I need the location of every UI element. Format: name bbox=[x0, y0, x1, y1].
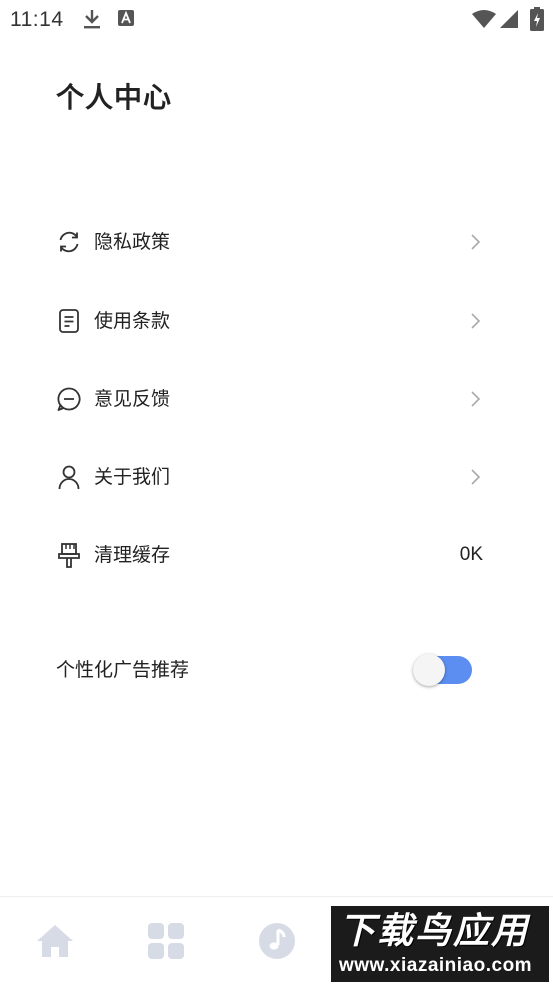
page-title: 个人中心 bbox=[56, 81, 173, 114]
menu-item-label: 意见反馈 bbox=[94, 388, 171, 410]
a-notification-icon bbox=[117, 8, 135, 32]
watermark-title: 下载鸟应用 bbox=[339, 911, 530, 952]
battery-icon bbox=[530, 7, 544, 35]
person-icon bbox=[56, 464, 82, 490]
chevron-right-icon bbox=[468, 233, 482, 251]
menu-item-about-us[interactable]: 关于我们 bbox=[0, 446, 553, 506]
signal-icon bbox=[500, 10, 518, 32]
menu-item-privacy-policy[interactable]: 隐私政策 bbox=[0, 211, 553, 271]
personalized-ads-toggle[interactable] bbox=[413, 654, 472, 686]
wifi-icon bbox=[472, 10, 496, 32]
status-bar: 11:14 bbox=[0, 0, 553, 38]
refresh-icon bbox=[56, 229, 82, 255]
menu-item-label: 清理缓存 bbox=[94, 544, 171, 566]
chevron-right-icon bbox=[468, 390, 482, 408]
home-icon[interactable] bbox=[35, 921, 75, 961]
status-time: 11:14 bbox=[10, 8, 64, 31]
brush-icon bbox=[56, 542, 82, 568]
menu-item-feedback[interactable]: 意见反馈 bbox=[0, 368, 553, 428]
personalized-ads-label: 个性化广告推荐 bbox=[56, 659, 190, 681]
document-icon bbox=[56, 308, 82, 334]
grid-icon[interactable] bbox=[146, 921, 186, 961]
music-note-icon[interactable] bbox=[257, 921, 297, 961]
menu-item-label: 隐私政策 bbox=[94, 231, 171, 253]
watermark-url: www.xiazainiao.com bbox=[339, 955, 533, 976]
menu-item-label: 关于我们 bbox=[94, 466, 171, 488]
menu-item-terms-of-use[interactable]: 使用条款 bbox=[0, 290, 553, 350]
chat-bubble-icon bbox=[56, 386, 82, 412]
chevron-right-icon bbox=[468, 468, 482, 486]
cache-size-value: 0K bbox=[459, 544, 483, 565]
watermark-logo: 下载鸟应用 www.xiazainiao.com bbox=[331, 906, 549, 982]
chevron-right-icon bbox=[468, 312, 482, 330]
toggle-knob bbox=[413, 654, 445, 686]
download-icon bbox=[82, 8, 102, 34]
menu-item-label: 使用条款 bbox=[94, 310, 171, 332]
menu-item-clear-cache[interactable]: 清理缓存 0K bbox=[0, 524, 553, 584]
